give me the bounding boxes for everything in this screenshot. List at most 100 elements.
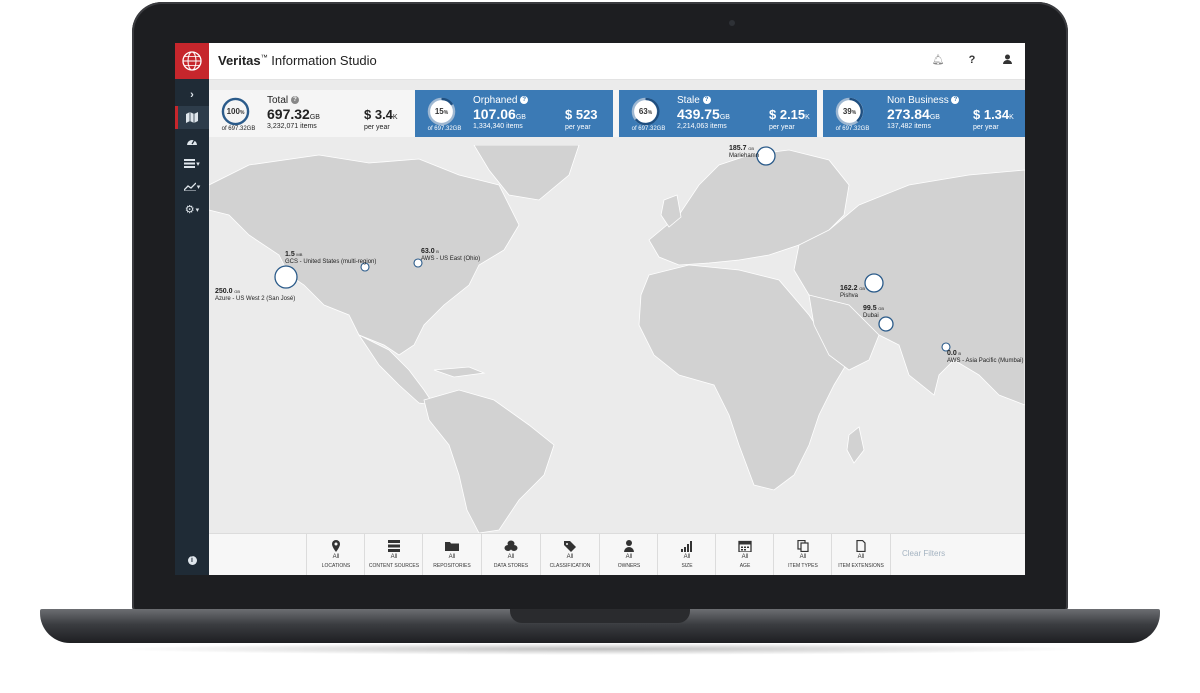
- help-icon[interactable]: ?: [520, 96, 529, 105]
- total-label: Total ?: [267, 95, 299, 106]
- filter-repositories[interactable]: All Repositories: [422, 534, 481, 575]
- stat-total[interactable]: 100% of 697.32GB Total ? 697.32GB 3,232,…: [209, 90, 409, 137]
- clear-filters-button[interactable]: Clear Filters: [902, 549, 945, 558]
- app-screen: › ▾ ▾ ⚙ ▾ i Veritas™ Information Studio: [175, 43, 1025, 575]
- filter-locations[interactable]: All Locations: [306, 534, 365, 575]
- stat-orphaned[interactable]: 15% of 697.32GB Orphaned ? 107.06GB 1,33…: [415, 90, 613, 137]
- map-label-mariehamn[interactable]: 185.7 GB Mariehamn: [729, 145, 759, 160]
- filter-label: Owners: [617, 563, 641, 569]
- stat-stale[interactable]: 63% of 697.32GB Stale ? 439.75GB 2,214,0…: [619, 90, 817, 137]
- brand-name: Veritas: [218, 53, 261, 68]
- filter-classification[interactable]: All Classification: [540, 534, 599, 575]
- chevron-down-icon: ▾: [196, 160, 200, 168]
- filter-label: Classification: [549, 563, 591, 569]
- pin-icon: [332, 540, 340, 552]
- notifications-button[interactable]: 🔔︎: [931, 54, 945, 66]
- info-button[interactable]: i: [175, 554, 209, 565]
- sidebar-item-map[interactable]: [175, 106, 209, 129]
- stale-of: of 697.32GB: [631, 126, 666, 132]
- filter-value: All: [799, 554, 807, 560]
- non-business-of: of 697.32GB: [835, 126, 870, 132]
- marker-pishva: [864, 273, 884, 293]
- dashboard-icon: [187, 139, 197, 145]
- total-per-year: per year: [364, 124, 390, 131]
- stale-label: Stale ?: [677, 95, 711, 106]
- non-business-label: Non Business ?: [887, 95, 960, 106]
- globe-logo-icon: [182, 51, 202, 71]
- marker-azure-us-west: [274, 265, 298, 289]
- laptop-shadow: [110, 643, 1090, 655]
- map-label-aws-mumbai[interactable]: 0.0 B AWS - Asia Pacific (Mumbai): [947, 350, 1023, 365]
- map-label-dubai[interactable]: 99.5 GB Dubai: [863, 305, 884, 320]
- orphaned-gb: 107.06GB: [473, 106, 526, 122]
- filter-value: All: [857, 554, 865, 560]
- total-gb: 697.32GB: [267, 106, 320, 122]
- filter-data-stores[interactable]: All Data Stores: [481, 534, 540, 575]
- veritas-logo[interactable]: [175, 43, 209, 79]
- orphaned-cost: $ 523: [565, 107, 598, 122]
- filter-item-types[interactable]: All Item Types: [773, 534, 832, 575]
- camera: [729, 20, 735, 26]
- filter-label: Data Stores: [493, 563, 529, 569]
- map-label-azure-us-west[interactable]: 250.0 GB Azure - US West 2 (San José): [215, 288, 295, 303]
- help-icon[interactable]: ?: [702, 96, 711, 105]
- server-icon: [388, 540, 400, 552]
- map-label-pishva[interactable]: 162.2 GB Pishva: [840, 285, 865, 300]
- stale-gb: 439.75GB: [677, 106, 730, 122]
- stale-cost: $ 2.15K: [769, 107, 810, 122]
- map-label-gcs-us[interactable]: 1.5 MB GCS - United States (multi-region): [285, 251, 376, 266]
- laptop-notch: [510, 609, 690, 623]
- map-markers: [274, 146, 951, 352]
- filter-owners[interactable]: All Owners: [599, 534, 658, 575]
- user-icon: [1002, 54, 1012, 64]
- help-button[interactable]: ?: [965, 54, 979, 66]
- filter-age[interactable]: All Age: [715, 534, 774, 575]
- filter-label: Item Types: [788, 563, 818, 569]
- filter-size[interactable]: All Size: [657, 534, 716, 575]
- user-button[interactable]: [1000, 54, 1014, 67]
- stat-non-business[interactable]: 39% of 697.32GB Non Business ? 273.84GB …: [823, 90, 1025, 137]
- bell-icon: 🔔︎: [931, 55, 945, 66]
- marker-mariehamn: [756, 146, 776, 166]
- sidebar-item-reports[interactable]: ▾: [175, 175, 209, 198]
- filter-label: Locations: [321, 563, 351, 569]
- filter-content-sources[interactable]: All Content Sources: [364, 534, 423, 575]
- line-chart-icon: [183, 182, 196, 191]
- app-title: Veritas™ Information Studio: [218, 53, 377, 68]
- chevron-down-icon: ▾: [195, 206, 200, 214]
- folder-icon: [445, 542, 459, 551]
- orphaned-of: of 697.32GB: [427, 126, 462, 132]
- tag-icon: [564, 541, 576, 552]
- sidebar-item-settings[interactable]: ⚙ ▾: [175, 198, 209, 221]
- non-business-items: 137,482 items: [887, 123, 931, 130]
- non-business-percent: 39%: [842, 107, 857, 116]
- filter-value: All: [741, 554, 749, 560]
- help-icon[interactable]: ?: [951, 96, 960, 105]
- map-icon: [186, 112, 198, 123]
- non-business-cost: $ 1.34K: [973, 107, 1014, 122]
- chevron-down-icon: ▾: [196, 183, 201, 191]
- help-icon[interactable]: ?: [290, 96, 299, 105]
- gear-icon: ⚙: [184, 204, 195, 216]
- stale-per-year: per year: [769, 124, 795, 131]
- sidebar-item-dashboard[interactable]: [175, 129, 209, 152]
- brand-product: Information Studio: [267, 53, 377, 68]
- stale-percent: 63%: [638, 107, 653, 116]
- filter-label: Age: [739, 563, 751, 569]
- filter-label: Content Sources: [368, 563, 420, 569]
- world-map[interactable]: 185.7 GB Mariehamn 1.5 MB GCS - United Sta…: [208, 144, 1025, 534]
- stale-items: 2,214,063 items: [677, 123, 727, 130]
- map-label-aws-us-east[interactable]: 63.0 B AWS - US East (Ohio): [421, 248, 480, 263]
- orphaned-per-year: per year: [565, 124, 591, 131]
- sidebar-expand-button[interactable]: ›: [175, 83, 209, 106]
- sidebar-item-list[interactable]: ▾: [175, 152, 209, 175]
- non-business-per-year: per year: [973, 124, 999, 131]
- info-icon: i: [187, 556, 197, 565]
- orphaned-items: 1,334,340 items: [473, 123, 523, 130]
- filter-value: All: [683, 554, 691, 560]
- filter-item-extensions[interactable]: All Item Extensions: [831, 534, 891, 575]
- top-bar: Veritas™ Information Studio 🔔︎ ?: [209, 43, 1025, 80]
- non-business-gb: 273.84GB: [887, 106, 940, 122]
- calendar-icon: [738, 540, 752, 552]
- chevron-right-icon: ›: [190, 88, 194, 101]
